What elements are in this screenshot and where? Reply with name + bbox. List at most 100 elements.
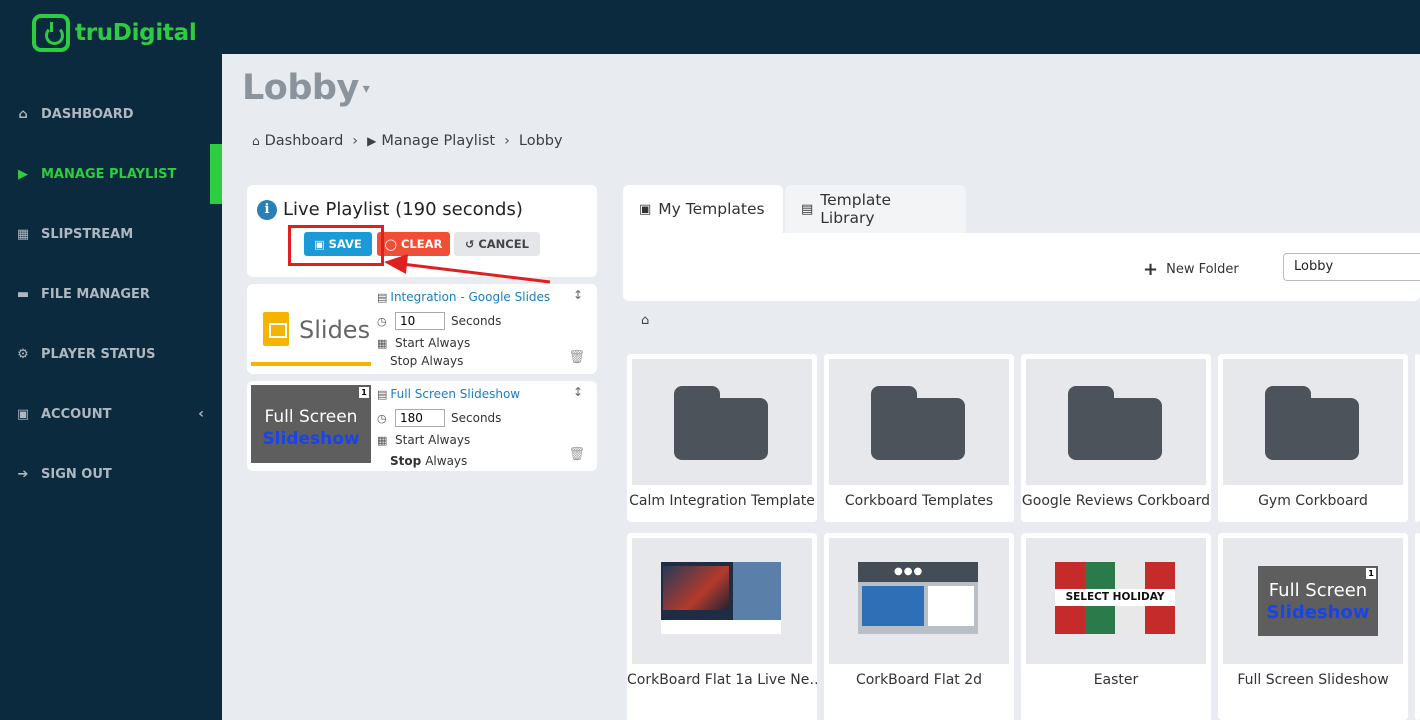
full-screen-slideshow-thumbnail: Full Screen Slideshow 1 [1258,566,1378,636]
tile-label: Gym Corkboard [1258,493,1368,509]
sidebar-item-file-manager[interactable]: ▬ FILE MANAGER [0,264,222,324]
start-row[interactable]: ▦ Start Always [377,336,470,350]
sidebar-item-dashboard[interactable]: ⌂ DASHBOARD [0,84,222,144]
stop-word: Stop [390,454,422,468]
template-tile[interactable]: CorkBoard Flat 1a Live Ne… [627,533,817,720]
page-title-text: Lobby [242,68,359,108]
template-tile[interactable]: ●●● CorkBoard Flat 2d [824,533,1014,720]
folder-tile-partial[interactable] [1415,354,1420,522]
caret-down-icon: ▾ [362,81,370,97]
home-icon[interactable]: ⌂ [641,313,649,328]
folder-tile[interactable]: Gym Corkboard [1218,354,1408,522]
tab-template-library[interactable]: ▤ Template Library [785,185,966,233]
tile-label: Full Screen Slideshow [1237,672,1389,688]
chevron-left-icon: ‹ [198,406,204,422]
template-tile-partial[interactable] [1415,533,1420,720]
play-icon: ▶ [18,166,28,182]
breadcrumb-dashboard[interactable]: Dashboard [265,133,344,149]
sidebar-item-sign-out[interactable]: ➔ SIGN OUT [0,444,222,504]
template-tile-partial[interactable] [1021,710,1211,720]
duration-input[interactable] [395,409,445,427]
new-folder-label: New Folder [1166,262,1239,277]
slides-thumb-text: Slides [299,316,371,344]
folder-icon [1068,386,1162,460]
home-icon: ⌂ [252,134,260,148]
easter-thumb-text: SELECT HOLIDAY [1055,589,1175,606]
thumb-line2: Slideshow [1266,602,1370,623]
playlist-item-name-text: Full Screen Slideshow [390,387,521,401]
new-folder-button[interactable]: + New Folder [1143,259,1239,280]
tile-image [829,359,1009,485]
page-title[interactable]: Lobby ▾ [242,68,370,108]
tile-image: SELECT HOLIDAY [1026,538,1206,664]
folder-tile[interactable]: Calm Integration Template [627,354,817,522]
brand-name: truDigital [75,20,197,46]
breadcrumb-current: Lobby [518,133,563,149]
sidebar-item-player-status[interactable]: ⚙ PLAYER STATUS [0,324,222,384]
breadcrumb-separator: › [504,133,510,149]
clock-icon: ◷ [377,411,387,425]
cogs-icon: ⚙ [17,346,29,362]
sidebar-item-manage-playlist[interactable]: ▶ MANAGE PLAYLIST [0,144,222,204]
seconds-label: Seconds [451,314,502,328]
tile-image [1223,359,1403,485]
tile-label: CorkBoard Flat 1a Live Ne… [627,672,817,688]
sitemap-icon: ▦ [16,226,30,242]
google-slides-icon [263,312,289,346]
sidebar-item-account[interactable]: ▣ ACCOUNT ‹ [0,384,222,444]
sidebar-item-label: SLIPSTREAM [41,226,134,242]
playlist-item-name-text: Integration - Google Slides [390,290,551,304]
thumb-line1: Full Screen [1268,580,1368,601]
seconds-label: Seconds [451,411,502,425]
stop-row[interactable]: Stop Always [390,454,467,468]
annotation-arrow [384,254,551,284]
template-tile[interactable]: Full Screen Slideshow 1 Full Screen Slid… [1218,533,1408,720]
reorder-handle-icon[interactable]: ↕ [573,288,583,302]
stop-row[interactable]: Stop Always [390,354,463,368]
template-tile-partial[interactable] [627,710,817,720]
stop-value: Always [421,354,464,368]
info-icon: i [257,199,277,220]
sign-out-icon: ➔ [17,466,29,482]
play-icon: ▶ [367,134,377,148]
trash-icon[interactable]: 🗑 [568,350,585,365]
full-screen-slideshow-thumbnail: Full Screen Slideshow 1 [251,385,371,463]
sidebar-item-slipstream[interactable]: ▦ SLIPSTREAM [0,204,222,264]
tile-label: CorkBoard Flat 2d [855,672,983,688]
start-label: Start Always [395,433,471,447]
trash-icon[interactable]: 🗑 [568,447,585,462]
tile-image [1026,359,1206,485]
thumb-badge: 1 [359,387,369,398]
breadcrumb-manage-playlist[interactable]: Manage Playlist [381,133,495,149]
thumb-badge: 1 [1366,568,1376,579]
folder-icon: ▬ [16,286,30,302]
brand-logo[interactable]: truDigital [32,14,197,52]
folder-select[interactable]: Lobby [1283,253,1420,281]
calendar-icon: ▦ [377,433,388,447]
folder-tile[interactable]: Corkboard Templates [824,354,1014,522]
book-icon: ▤ [801,201,814,217]
calendar-icon: ▦ [377,336,388,350]
stop-word: Stop [390,354,418,368]
clock-icon: ◷ [377,314,387,328]
duration-row: ◷ Seconds [377,409,501,427]
tab-my-templates[interactable]: ▣ My Templates [623,185,783,233]
live-playlist-title: i Live Playlist (190 seconds) [257,199,523,220]
tile-image [632,359,812,485]
sidebar-item-label: PLAYER STATUS [41,346,156,362]
playlist-item-name[interactable]: ▤ Integration - Google Slides [377,290,550,304]
template-tile-partial[interactable] [824,710,1014,720]
slides-bar [251,362,371,366]
tile-label: Corkboard Templates [844,493,994,509]
tile-label: Easter [1093,672,1139,688]
corkboard-news-thumbnail [661,562,781,634]
sidebar-item-label: DASHBOARD [41,106,134,122]
template-tile[interactable]: SELECT HOLIDAY Easter [1021,533,1211,720]
reorder-handle-icon[interactable]: ↕ [573,385,583,399]
duration-input[interactable] [395,312,445,330]
corkboard-flat-thumbnail: ●●● [858,562,978,634]
start-row[interactable]: ▦ Start Always [377,433,470,447]
folder-tile[interactable]: Google Reviews Corkboard [1021,354,1211,522]
playlist-item-name[interactable]: ▤ Full Screen Slideshow [377,387,520,401]
start-label: Start Always [395,336,471,350]
